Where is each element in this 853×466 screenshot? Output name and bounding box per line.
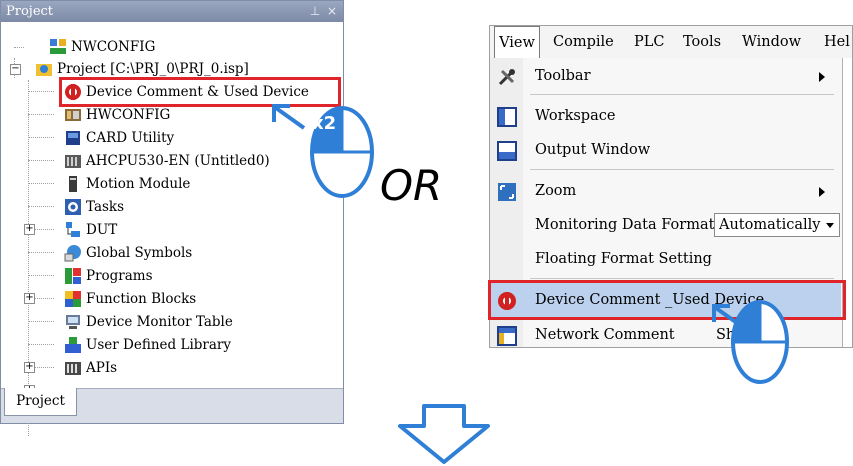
menu-item-zoom[interactable]: Zoom (490, 174, 841, 208)
view-menu-panel: View Compile PLC Tools Window Hel Toolba… (488, 25, 853, 348)
pin-icon[interactable]: ⊥ (308, 1, 322, 22)
programs-icon (65, 268, 81, 284)
chevron-down-icon (826, 223, 834, 228)
menu-item-floating-format[interactable]: Floating Format Setting (490, 242, 841, 276)
menu-view[interactable]: View (494, 26, 540, 59)
project-panel-titlebar: Project ⊥ × (1, 1, 343, 22)
global-symbols-icon (64, 245, 81, 262)
menu-plc[interactable]: PLC (634, 26, 664, 58)
submenu-arrow-icon (819, 187, 825, 197)
cpu-icon (65, 155, 81, 168)
tasks-expand-toggle[interactable]: + (24, 224, 35, 235)
click-mouse-icon (712, 300, 789, 384)
menu-item-toolbar[interactable]: Toolbar (490, 59, 841, 93)
hwconfig-icon (65, 109, 81, 121)
submenu-arrow-icon (819, 72, 825, 82)
programs-expand-toggle[interactable]: + (24, 293, 35, 304)
project-icon (36, 64, 52, 76)
function-blocks-icon (65, 291, 81, 307)
device-monitor-icon (66, 315, 80, 329)
menu-item-monitoring-data-format[interactable]: Monitoring Data Format Automatically (490, 208, 841, 242)
menu-item-workspace[interactable]: Workspace (490, 99, 841, 133)
network-comment-icon (497, 326, 517, 346)
project-collapse-toggle[interactable]: − (10, 64, 21, 75)
card-utility-icon (66, 131, 80, 145)
dut-icon (66, 222, 80, 237)
user-library-icon (65, 337, 81, 353)
menu-item-output-window[interactable]: Output Window (490, 133, 841, 167)
workspace-icon (497, 107, 517, 127)
menubar: View Compile PLC Tools Window Hel (490, 26, 852, 59)
zoom-icon (498, 183, 516, 201)
down-arrow-icon (398, 404, 490, 464)
monitoring-format-select[interactable]: Automatically (714, 213, 840, 237)
highlight-box-menu (488, 280, 846, 320)
project-tab-strip: Project (1, 388, 343, 423)
menu-window[interactable]: Window (742, 26, 801, 58)
tasks-icon (65, 199, 81, 215)
menu-compile[interactable]: Compile (553, 26, 614, 58)
menu-tools[interactable]: Tools (683, 26, 721, 58)
toolbar-tools-icon (498, 69, 515, 86)
or-label: OR (380, 161, 443, 210)
output-window-icon (497, 141, 517, 161)
menu-help[interactable]: Hel (824, 26, 850, 58)
double-click-badge: x2 (312, 113, 337, 134)
apis-icon (65, 362, 81, 375)
user-library-expand-toggle[interactable]: + (24, 362, 35, 373)
nwconfig-icon (50, 39, 66, 54)
close-icon[interactable]: × (325, 1, 339, 22)
motion-module-icon (69, 176, 77, 192)
tab-project[interactable]: Project (4, 388, 77, 416)
project-panel-title: Project (6, 4, 54, 19)
